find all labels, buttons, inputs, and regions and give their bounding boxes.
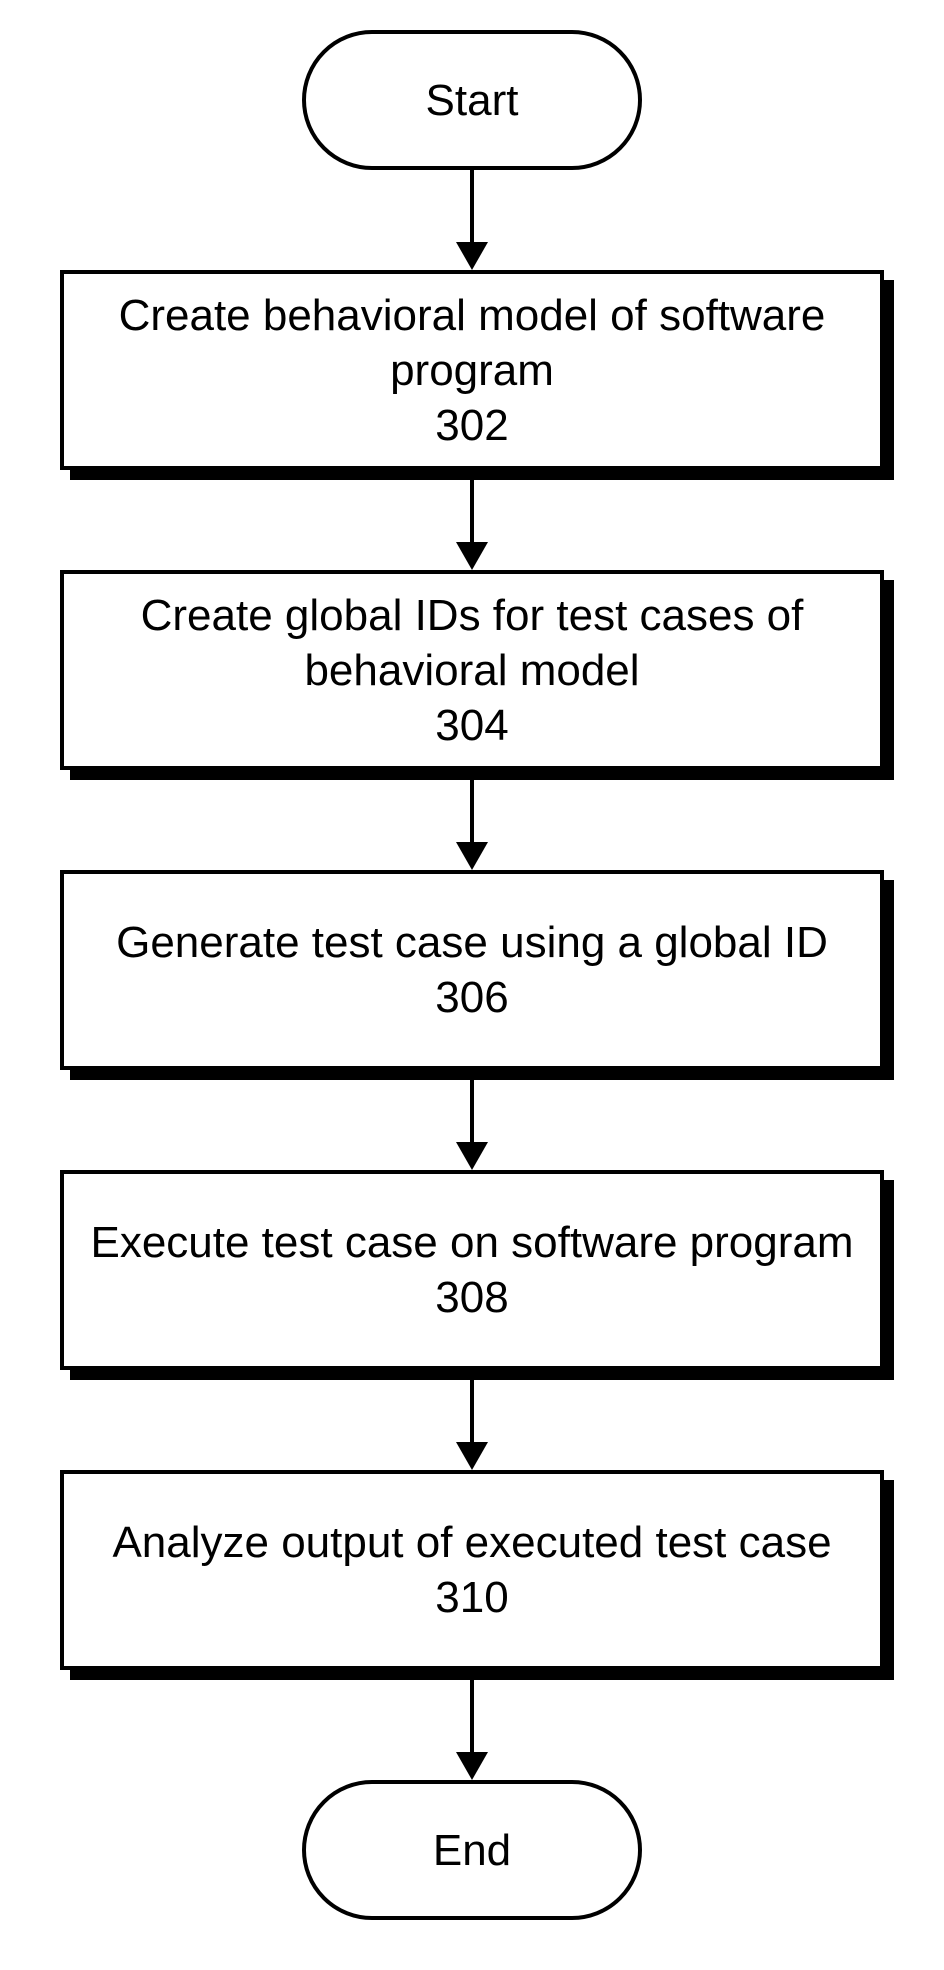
arrow-310-end (452, 1680, 492, 1780)
process-302-wrap: Create behavioral model of software prog… (60, 270, 884, 470)
process-302: Create behavioral model of software prog… (60, 270, 884, 470)
arrow-302-304 (452, 480, 492, 570)
process-308-label: Execute test case on software program (90, 1215, 853, 1270)
process-304-label: Create global IDs for test cases of beha… (64, 588, 880, 698)
arrow-304-306 (452, 780, 492, 870)
arrow-start-302 (452, 170, 492, 270)
process-304-wrap: Create global IDs for test cases of beha… (60, 570, 884, 770)
process-308-num: 308 (435, 1270, 508, 1325)
process-310-num: 310 (435, 1570, 508, 1625)
terminator-start: Start (302, 30, 642, 170)
process-306-label: Generate test case using a global ID (116, 915, 828, 970)
process-306-wrap: Generate test case using a global ID 306 (60, 870, 884, 1070)
arrow-308-310 (452, 1380, 492, 1470)
process-306: Generate test case using a global ID 306 (60, 870, 884, 1070)
process-310-label: Analyze output of executed test case (112, 1515, 831, 1570)
process-302-label: Create behavioral model of software prog… (64, 288, 880, 398)
terminator-end-label: End (433, 1823, 511, 1878)
process-304: Create global IDs for test cases of beha… (60, 570, 884, 770)
process-304-num: 304 (435, 698, 508, 753)
process-308-wrap: Execute test case on software program 30… (60, 1170, 884, 1370)
process-310-wrap: Analyze output of executed test case 310 (60, 1470, 884, 1670)
terminator-start-label: Start (426, 73, 519, 128)
arrow-306-308 (452, 1080, 492, 1170)
terminator-end: End (302, 1780, 642, 1920)
process-310: Analyze output of executed test case 310 (60, 1470, 884, 1670)
process-308: Execute test case on software program 30… (60, 1170, 884, 1370)
process-302-num: 302 (435, 398, 508, 453)
process-306-num: 306 (435, 970, 508, 1025)
flowchart-canvas: Start Create behavioral model of softwar… (0, 0, 944, 1970)
